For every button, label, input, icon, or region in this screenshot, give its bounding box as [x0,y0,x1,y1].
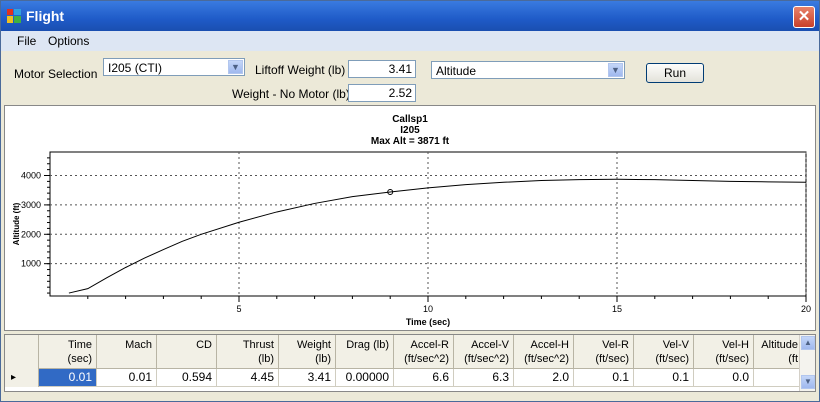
x-tick-label: 10 [423,304,433,314]
y-tick-label: 1000 [21,259,41,269]
grid-scrollbar[interactable]: ▲ ▼ [799,335,815,391]
grid-cell[interactable]: 4.45 [217,369,279,387]
x-axis-label: Time (sec) [406,317,450,327]
status-bar [1,393,819,401]
column-header[interactable]: Accel-V (ft/sec^2) [454,335,514,369]
altitude-series-line [68,178,807,294]
grid-cell[interactable]: 0.01 [39,369,97,387]
app-icon [7,9,21,23]
chart-title-line: Callsp1 [392,114,428,125]
grid-cell[interactable] [754,369,803,387]
grid-cell[interactable]: 0.0 [694,369,754,387]
menu-bar: File Options [1,31,819,51]
motor-selection-value: I205 (CTI) [108,61,163,75]
grid-cell[interactable]: 0.1 [634,369,694,387]
data-grid: Time (sec) Mach CD Thrust (lb) Weight (lb) Dr… [4,334,816,392]
x-tick-label: 20 [801,304,811,314]
grid-cell[interactable]: 6.3 [454,369,514,387]
x-tick-label: 15 [612,304,622,314]
row-indicator: ▸ [5,369,39,387]
grid-cell[interactable]: 0.1 [574,369,634,387]
flight-window: Flight ✕ File Options Motor Selection I2… [0,0,820,402]
column-header[interactable]: Accel-R (ft/sec^2) [394,335,454,369]
scroll-down-icon[interactable]: ▼ [801,375,815,389]
column-header[interactable]: Vel-R (ft/sec) [574,335,634,369]
weight-no-motor-label: Weight - No Motor (lb) [232,87,350,101]
grid-cell[interactable]: 2.0 [514,369,574,387]
column-header[interactable]: CD [157,335,217,369]
plot-variable-value: Altitude [436,64,477,78]
y-tick-label: 2000 [21,229,41,239]
chevron-down-icon[interactable]: ▼ [228,60,243,74]
grid-corner [5,335,39,369]
altitude-chart: Callsp1I205Max Alt = 3871 ft 5 10 15 20 1000 2… [12,114,811,327]
column-header[interactable]: Weight (lb) [279,335,336,369]
menu-file[interactable]: File [17,34,36,48]
liftoff-weight-label: Liftoff Weight (lb) [255,63,346,77]
run-button[interactable]: Run [646,63,704,83]
column-header[interactable]: Thrust (lb) [217,335,279,369]
grid-cell[interactable]: 6.6 [394,369,454,387]
x-tick-label: 5 [236,304,241,314]
chart-panel: Callsp1 I205 Max Alt = 3871 ft 5 10 15 20 1000 2… [4,105,816,331]
y-tick-label: 3000 [21,200,41,210]
column-header[interactable]: Time (sec) [39,335,97,369]
grid-cell[interactable]: 3.41 [279,369,336,387]
grid-header: Time (sec) Mach CD Thrust (lb) Weight (lb) Dr… [5,335,803,369]
plot-variable-dropdown[interactable]: Altitude ▼ [431,61,625,79]
scroll-up-icon[interactable]: ▲ [801,336,815,350]
column-header[interactable]: Accel-H (ft/sec^2) [514,335,574,369]
grid-cell[interactable]: 0.00000 [336,369,394,387]
column-header[interactable]: Altitude (ft [754,335,803,369]
y-axis-label: Altitude (ft) [12,202,21,245]
weight-no-motor-field[interactable]: 2.52 [348,84,416,102]
chart-title-line: I205 [400,125,420,136]
window-title: Flight [26,8,65,24]
grid-cell[interactable]: 0.01 [97,369,157,387]
column-header[interactable]: Mach [97,335,157,369]
motor-selection-dropdown[interactable]: I205 (CTI) ▼ [103,58,245,76]
chart-title-line: Max Alt = 3871 ft [371,136,450,147]
column-header[interactable]: Vel-H (ft/sec) [694,335,754,369]
y-tick-label: 4000 [21,171,41,181]
motor-selection-label: Motor Selection [14,67,98,81]
menu-options[interactable]: Options [48,34,89,48]
close-icon[interactable]: ✕ [793,6,815,28]
column-header[interactable]: Vel-V (ft/sec) [634,335,694,369]
grid-cell[interactable]: 0.594 [157,369,217,387]
liftoff-weight-field[interactable]: 3.41 [348,60,416,78]
chevron-down-icon[interactable]: ▼ [608,63,623,77]
title-bar[interactable]: Flight ✕ [1,1,819,31]
column-header[interactable]: Drag (lb) [336,335,394,369]
